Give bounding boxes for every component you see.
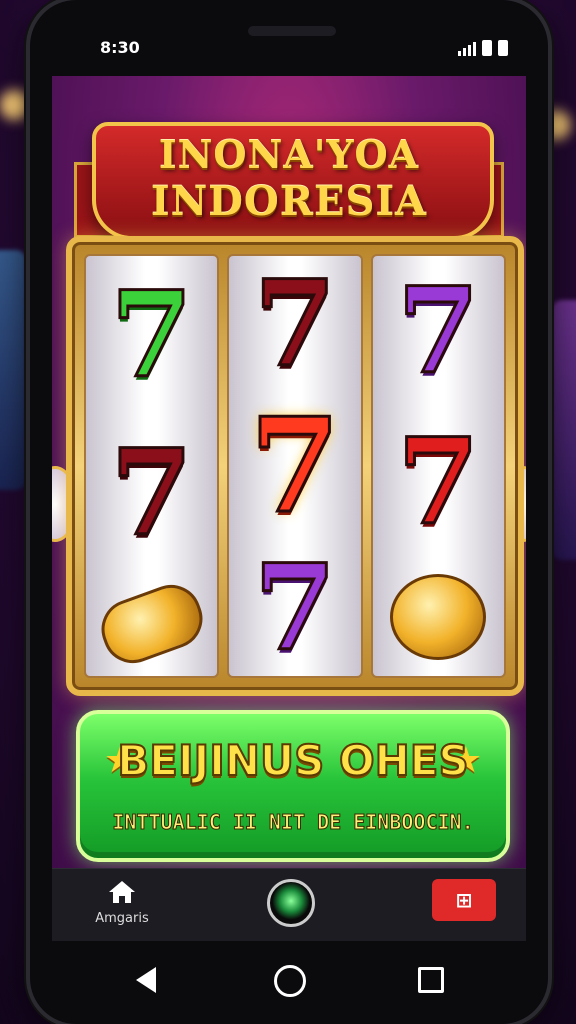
gold-ring-icon (92, 576, 211, 672)
game-title-line1: INONA'YOA (158, 132, 420, 177)
background-slot-machine (0, 250, 26, 490)
seven-symbol: 7 (396, 411, 481, 551)
battery-icon (498, 40, 508, 56)
phone-speaker (248, 26, 336, 36)
reels: 7 7 7 7 7 7 7 (84, 254, 506, 678)
seven-symbol: 7 (252, 538, 337, 677)
reel-3[interactable]: 7 7 (370, 254, 506, 678)
background-light (0, 90, 30, 120)
home-tab[interactable]: Amgaris (92, 879, 152, 926)
status-time: 8:30 (100, 38, 140, 57)
signal-icon (458, 42, 476, 56)
background-slot-machine (552, 300, 576, 560)
action-button[interactable]: ⊞ (432, 879, 496, 921)
battery-icon (482, 40, 492, 56)
seven-symbol: 7 (248, 389, 341, 542)
home-label: Amgaris (95, 911, 149, 926)
seven-symbol: 7 (396, 261, 481, 401)
status-icons (458, 40, 508, 56)
reel-2[interactable]: 7 7 7 (227, 254, 363, 678)
bonus-title: BEIJINUS OHES (116, 735, 470, 786)
gold-coin-icon (390, 573, 487, 660)
app-bottom-bar: Amgaris ⊞ (52, 868, 526, 941)
bonus-button[interactable]: ★ ★ BEIJINUS OHES INTTUALIC II NIT DE EI… (76, 710, 510, 862)
title-banner: INONA'YOA INDORESIA (74, 102, 504, 242)
bonus-subtitle: INTTUALIC II NIT DE EINBOOCIN. (112, 810, 474, 835)
back-icon[interactable] (136, 967, 156, 993)
seven-symbol: 7 (252, 254, 337, 393)
seven-symbol: 7 (109, 265, 194, 404)
slot-frame: 7 7 7 7 7 7 7 (66, 236, 524, 696)
seven-symbol: 7 (109, 423, 194, 562)
game-title-line2: INDORESIA (150, 178, 428, 225)
game-screen: INONA'YOA INDORESIA 7 7 7 7 7 7 7 ★ ★ BE… (52, 76, 526, 940)
phone-frame: 8:30 INONA'YOA INDORESIA 7 7 7 7 7 7 7 ★… (30, 0, 548, 1024)
system-nav-bar (30, 945, 548, 1015)
status-bar: 8:30 (30, 0, 548, 76)
reel-1[interactable]: 7 7 (84, 254, 220, 678)
recent-apps-icon[interactable] (418, 967, 444, 993)
home-icon (109, 881, 135, 903)
action-icon: ⊞ (455, 888, 473, 912)
home-circle-icon[interactable] (274, 965, 306, 997)
camera-button[interactable] (267, 879, 315, 927)
